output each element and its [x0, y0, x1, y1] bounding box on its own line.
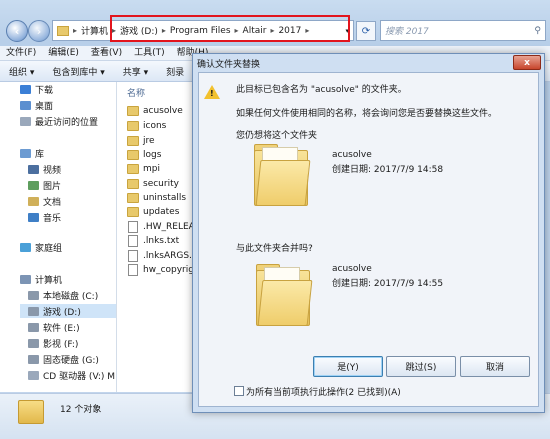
- folder-icon: [127, 106, 139, 116]
- folder-icon: [127, 207, 139, 217]
- drive-icon: [28, 354, 39, 364]
- file-icon: [128, 235, 138, 247]
- file-icon: [128, 264, 138, 276]
- dialog-title: 确认文件夹替换: [197, 60, 261, 70]
- arrow-left-icon: ‹: [14, 24, 20, 38]
- menu-view[interactable]: 查看(V): [85, 46, 128, 60]
- close-icon: x: [524, 57, 530, 68]
- organize-button[interactable]: 组织 ▾: [0, 65, 43, 78]
- file-icon: [128, 221, 138, 233]
- forward-button[interactable]: ›: [28, 20, 50, 42]
- nav-item-desktop[interactable]: 桌面: [20, 98, 53, 112]
- menu-file[interactable]: 文件(F): [0, 46, 42, 60]
- dialog-explanation: 如果任何文件使用相同的名称，将会询问您是否要替换这些文件。: [236, 109, 498, 119]
- close-button[interactable]: x: [513, 55, 541, 70]
- nav-item-computer[interactable]: 计算机: [20, 272, 62, 286]
- homegroup-icon: [20, 242, 31, 252]
- source-folder-date: 创建日期: 2017/7/9 14:55: [332, 279, 444, 289]
- nav-item-drive-d[interactable]: 游戏 (D:): [20, 304, 116, 318]
- target-folder-date: 创建日期: 2017/7/9 14:58: [332, 165, 444, 175]
- skip-button[interactable]: 跳过(S): [386, 356, 456, 377]
- folder-icon: [127, 193, 139, 203]
- desktop-icon: [20, 100, 31, 110]
- downloads-icon: [20, 84, 31, 94]
- nav-item-drive-f[interactable]: 影视 (F:): [28, 336, 78, 350]
- merge-question-source: 与此文件夹合并吗?: [236, 244, 313, 254]
- refresh-icon: ⟳: [361, 25, 371, 37]
- navigation-pane: 下载 桌面 最近访问的位置 库 视频 图片 文档 音乐 家庭组 计算机 本地磁盘…: [0, 82, 117, 392]
- dialog-message: 此目标已包含名为 "acusolve" 的文件夹。: [236, 85, 407, 95]
- nav-item-drive-g[interactable]: 固态硬盘 (G:): [28, 352, 99, 366]
- list-item[interactable]: jre: [127, 134, 155, 148]
- source-folder-icon: [256, 264, 313, 326]
- folder-icon: [127, 179, 139, 189]
- folder-icon: [57, 25, 69, 36]
- yes-button[interactable]: 是(Y): [313, 356, 383, 377]
- item-count: 12 个对象: [60, 405, 102, 415]
- drive-icon: [28, 338, 39, 348]
- search-placeholder: 搜索 2017: [385, 27, 429, 37]
- menu-tools[interactable]: 工具(T): [128, 46, 171, 60]
- list-item[interactable]: logs: [127, 148, 161, 162]
- folder-icon: [127, 136, 139, 146]
- nav-item-cd-drive[interactable]: CD 驱动器 (V:) M: [28, 368, 115, 382]
- folder-icon: [18, 400, 44, 424]
- nav-item-recent[interactable]: 最近访问的位置: [20, 114, 98, 128]
- menu-edit[interactable]: 编辑(E): [42, 46, 85, 60]
- pictures-icon: [28, 180, 39, 190]
- drive-icon: [28, 322, 39, 332]
- music-icon: [28, 212, 39, 222]
- documents-icon: [28, 196, 39, 206]
- nav-item-homegroup[interactable]: 家庭组: [20, 240, 62, 254]
- list-item[interactable]: uninstalls: [127, 191, 186, 205]
- nav-item-pictures[interactable]: 图片: [28, 178, 61, 192]
- search-input[interactable]: 搜索 2017 ⚲: [380, 20, 546, 41]
- drive-icon: [28, 306, 39, 316]
- drive-icon: [28, 290, 39, 300]
- nav-item-drive-c[interactable]: 本地磁盘 (C:): [28, 288, 98, 302]
- merge-question-target: 您仍想将这个文件夹: [236, 131, 318, 141]
- highlight-box: [110, 15, 350, 42]
- nav-item-downloads[interactable]: 下载: [20, 82, 53, 96]
- list-item[interactable]: security: [127, 177, 179, 191]
- recent-places-icon: [20, 116, 31, 126]
- breadcrumb-computer[interactable]: 计算机: [81, 24, 108, 37]
- burn-button[interactable]: 刻录: [157, 65, 193, 78]
- video-icon: [28, 164, 39, 174]
- cancel-button[interactable]: 取消: [460, 356, 530, 377]
- nav-item-libraries[interactable]: 库: [20, 146, 44, 160]
- apply-to-all-label: 为所有当前项执行此操作(2 已找到)(A): [246, 388, 401, 398]
- warning-mark: !: [210, 89, 214, 98]
- source-folder-name: acusolve: [332, 264, 372, 274]
- folder-icon: [127, 121, 139, 131]
- file-icon: [128, 250, 138, 262]
- nav-item-music[interactable]: 音乐: [28, 210, 61, 224]
- list-item[interactable]: acusolve: [127, 104, 183, 118]
- nav-item-documents[interactable]: 文档: [28, 194, 61, 208]
- share-button[interactable]: 共享 ▾: [114, 65, 157, 78]
- back-button[interactable]: ‹: [6, 20, 28, 42]
- nav-item-videos[interactable]: 视频: [28, 162, 61, 176]
- list-item[interactable]: icons: [127, 119, 166, 133]
- target-folder-name: acusolve: [332, 150, 372, 160]
- folder-icon: [127, 164, 139, 174]
- target-folder-icon: [254, 144, 311, 206]
- refresh-button[interactable]: ⟳: [356, 21, 376, 41]
- nav-item-drive-e[interactable]: 软件 (E:): [28, 320, 80, 334]
- folder-icon: [127, 150, 139, 160]
- computer-icon: [20, 274, 31, 284]
- chevron-right-icon: ▸: [73, 26, 78, 35]
- search-icon: ⚲: [534, 25, 541, 36]
- cd-drive-icon: [28, 370, 39, 380]
- list-item[interactable]: mpi: [127, 162, 160, 176]
- list-item[interactable]: .HW_RELEAS: [127, 220, 201, 234]
- column-header-name[interactable]: 名称: [127, 86, 145, 99]
- apply-to-all-checkbox[interactable]: [234, 386, 244, 396]
- arrow-right-icon: ›: [36, 24, 42, 38]
- library-icon: [20, 148, 31, 158]
- list-item[interactable]: updates: [127, 205, 179, 219]
- include-in-library-button[interactable]: 包含到库中 ▾: [43, 65, 113, 78]
- list-item[interactable]: hw_copyrigh: [127, 263, 200, 277]
- list-item[interactable]: .lnks.txt: [127, 234, 179, 248]
